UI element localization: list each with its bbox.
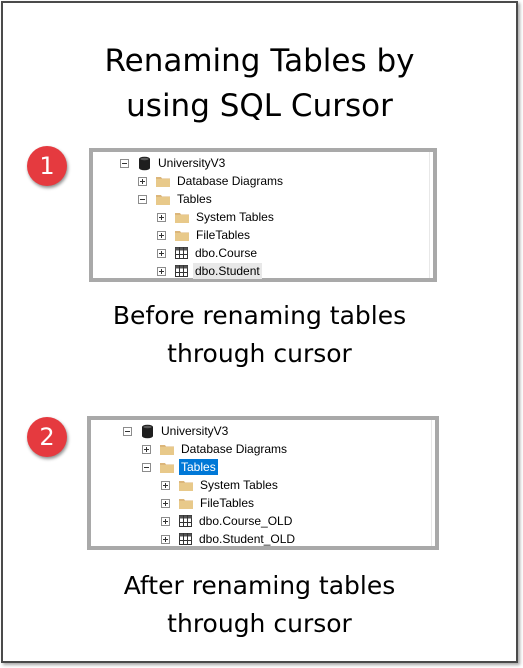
tree-node-label: dbo.Course_OLD (199, 514, 293, 528)
folder-icon (156, 177, 170, 187)
tree-node-system-tables[interactable]: System Tables (157, 208, 276, 226)
tree-node-database[interactable]: UniversityV3 (120, 154, 227, 172)
caption-line-2: through cursor (167, 339, 352, 368)
table-icon (175, 265, 188, 277)
tree-node-tables[interactable]: Tables (138, 190, 214, 208)
folder-icon (160, 463, 174, 473)
tree-node-system-tables[interactable]: System Tables (161, 476, 280, 494)
caption-after: After renaming tables through cursor (3, 567, 516, 643)
tree-node-table-student[interactable]: dbo.Student_OLD (161, 530, 297, 548)
tree-node-database-diagrams[interactable]: Database Diagrams (142, 440, 289, 458)
object-explorer-before: UniversityV3 Database Diagrams Tables Sy… (89, 148, 437, 282)
tree-node-file-tables[interactable]: FileTables (157, 226, 252, 244)
tree-node-label: FileTables (200, 496, 255, 510)
figure-title: Renaming Tables by using SQL Cursor (3, 39, 516, 129)
collapse-icon[interactable] (120, 158, 129, 168)
folder-icon (179, 499, 193, 509)
tree-node-file-tables[interactable]: FileTables (161, 494, 256, 512)
tree-node-label: dbo.Student (193, 263, 262, 279)
table-icon (175, 247, 188, 259)
table-icon (179, 533, 192, 545)
tree-node-label: dbo.Student_OLD (199, 532, 296, 546)
expand-icon[interactable] (161, 534, 170, 544)
expand-icon[interactable] (161, 516, 170, 526)
expand-icon[interactable] (138, 176, 147, 186)
collapse-icon[interactable] (123, 426, 132, 436)
folder-icon (160, 445, 174, 455)
tree-node-label: UniversityV3 (161, 424, 229, 438)
object-explorer-after: UniversityV3 Database Diagrams Tables Sy… (87, 416, 439, 550)
tree-node-label-selected: Tables (179, 459, 218, 475)
folder-icon (156, 195, 170, 205)
database-icon (139, 156, 150, 170)
caption-line-1: Before renaming tables (112, 301, 407, 330)
expand-icon[interactable] (161, 480, 170, 490)
expand-icon[interactable] (142, 444, 151, 454)
tree-node-label: System Tables (200, 478, 278, 492)
tree-node-tables[interactable]: Tables (142, 458, 218, 476)
caption-line-1: After renaming tables (123, 571, 396, 600)
tree-node-database-diagrams[interactable]: Database Diagrams (138, 172, 285, 190)
tree-node-label: dbo.Course (195, 246, 258, 260)
tree-node-table-course[interactable]: dbo.Course_OLD (161, 512, 294, 530)
table-icon (179, 515, 192, 527)
expand-icon[interactable] (161, 498, 170, 508)
tree-node-table-course[interactable]: dbo.Course (157, 244, 259, 262)
expand-icon[interactable] (157, 212, 166, 222)
tree-node-label: FileTables (196, 228, 251, 242)
folder-icon (175, 231, 189, 241)
tree-node-database[interactable]: UniversityV3 (123, 422, 230, 440)
collapse-icon[interactable] (142, 462, 151, 472)
title-line-1: Renaming Tables by (104, 43, 415, 79)
object-explorer-tree: UniversityV3 Database Diagrams Tables Sy… (91, 420, 435, 546)
folder-icon (179, 481, 193, 491)
tree-node-table-student[interactable]: dbo.Student (157, 262, 262, 280)
expand-icon[interactable] (157, 266, 166, 276)
step-1-badge: 1 (27, 146, 67, 186)
tree-node-label: Database Diagrams (181, 442, 288, 456)
step-2-badge: 2 (27, 417, 67, 457)
caption-before: Before renaming tables through cursor (3, 297, 516, 373)
collapse-icon[interactable] (138, 194, 147, 204)
expand-icon[interactable] (157, 230, 166, 240)
expand-icon[interactable] (157, 248, 166, 258)
folder-icon (175, 213, 189, 223)
object-explorer-tree: UniversityV3 Database Diagrams Tables Sy… (93, 152, 433, 280)
tree-node-label: Tables (177, 192, 212, 206)
tree-node-label: Database Diagrams (177, 174, 284, 188)
tree-node-label: System Tables (196, 210, 274, 224)
caption-line-2: through cursor (167, 609, 352, 638)
title-line-2: using SQL Cursor (126, 88, 393, 124)
tree-node-label: UniversityV3 (158, 156, 226, 170)
figure-frame: Renaming Tables by using SQL Cursor 1 Un… (1, 1, 518, 663)
database-icon (142, 424, 153, 438)
